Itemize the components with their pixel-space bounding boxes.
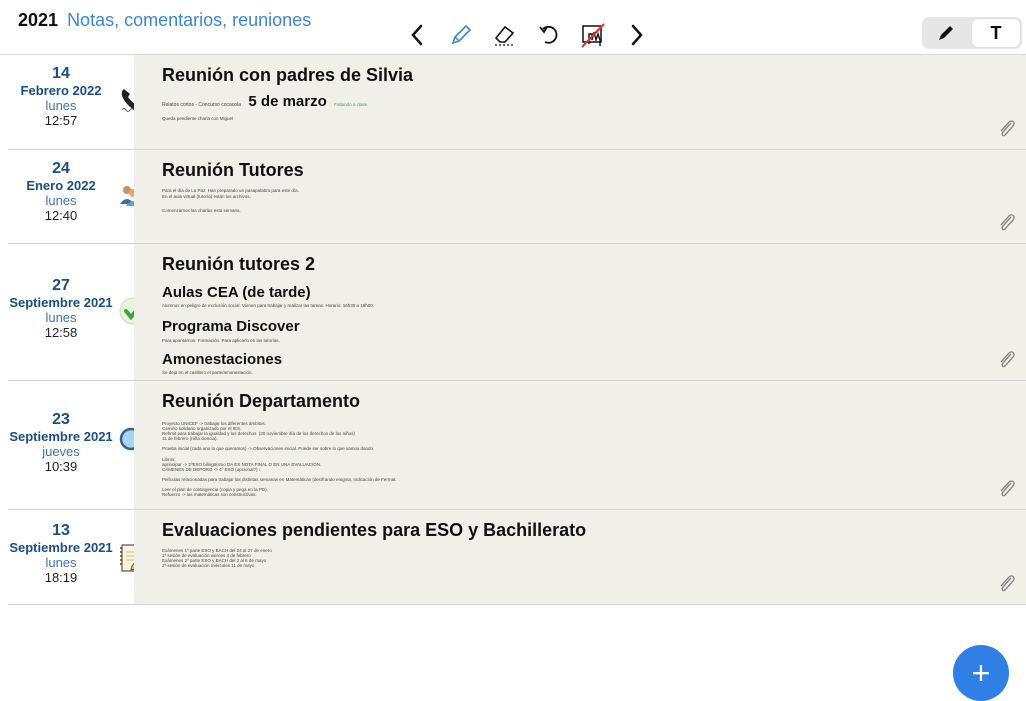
list-item[interactable]: 14 Febrero 2022 lunes 12:57 Reunión con … bbox=[8, 55, 1026, 150]
note-text: 2ª sesión de evaluación miércoles 11 de … bbox=[162, 563, 255, 568]
note-text: CÁMENES DE DEPORO -> 4º ESO (opcional?) … bbox=[162, 467, 262, 472]
section-heading: Aulas CEA (de tarde) bbox=[162, 284, 311, 301]
section-heading: Programa Discover bbox=[162, 318, 300, 335]
entry-title: Reunión con padres de Silvia bbox=[162, 65, 414, 85]
time: 12:40 bbox=[44, 208, 78, 223]
paperclip-icon[interactable] bbox=[998, 211, 1016, 233]
section-subtitle[interactable]: Notas, comentarios, reuniones bbox=[67, 10, 311, 30]
note-text: Películas relacionadas para trabajar las… bbox=[162, 477, 397, 482]
month: Enero 2022 bbox=[26, 178, 96, 193]
plus-icon: + bbox=[971, 655, 991, 691]
date-column: 23 Septiembre 2021 jueves 10:39 bbox=[8, 381, 148, 509]
day: 13 bbox=[52, 522, 70, 539]
section-text: Se deja en el casillero el parte/amonest… bbox=[162, 370, 253, 375]
section-text: Para apuntarnos. Formación. Para aplicar… bbox=[162, 338, 280, 343]
paperclip-icon[interactable] bbox=[998, 348, 1016, 370]
date-column: 14 Febrero 2022 lunes 12:57 bbox=[8, 55, 145, 149]
note-line: Relatos cortos - Concurso cocacola 5 de … bbox=[162, 93, 369, 111]
section-heading: Amonestaciones bbox=[162, 351, 283, 368]
time: 18:19 bbox=[44, 570, 78, 585]
note-text: Queda pendiente charla con Miguel bbox=[162, 116, 234, 121]
list-item[interactable]: 24 Enero 2022 lunes 12:40 Reunión Tutore… bbox=[8, 150, 1026, 244]
date-column: 27 Septiembre 2021 lunes 12:58 bbox=[8, 244, 147, 380]
time: 10:39 bbox=[44, 459, 78, 474]
entry-content[interactable]: Evaluaciones pendientes para ESO y Bachi… bbox=[134, 510, 1026, 604]
note-text: 11 de febrero (niña ciencia). bbox=[162, 436, 218, 441]
drawing-tools bbox=[404, 20, 650, 50]
entry-title: Reunión tutores 2 bbox=[162, 254, 316, 274]
date-block: 23 Septiembre 2021 jueves 10:39 bbox=[8, 411, 114, 474]
day: 27 bbox=[52, 277, 70, 294]
weekday: lunes bbox=[45, 193, 77, 208]
date-block: 14 Febrero 2022 lunes 12:57 bbox=[8, 65, 114, 128]
text-mode-label: T bbox=[990, 22, 1002, 43]
add-note-button[interactable]: + bbox=[953, 645, 1009, 701]
note-text: Relatos cortos - Concurso cocacola bbox=[162, 102, 241, 108]
paperclip-icon[interactable] bbox=[998, 477, 1016, 499]
month: Septiembre 2021 bbox=[9, 540, 113, 555]
entry-content[interactable]: Reunión Tutores Para el día de La Paz. H… bbox=[134, 150, 1026, 243]
list-item[interactable]: 23 Septiembre 2021 jueves 10:39 Reunión … bbox=[8, 381, 1026, 510]
draw-mode-button[interactable] bbox=[922, 17, 970, 49]
note-text: En el aula virtual (tutoría) están los a… bbox=[162, 194, 251, 199]
note-text: Prueba inicial (cada uno la que queramos… bbox=[162, 446, 375, 451]
weekday: lunes bbox=[45, 310, 77, 325]
marker-icon bbox=[939, 26, 953, 40]
paperclip-icon[interactable] bbox=[998, 572, 1016, 594]
text-mode-button[interactable]: T bbox=[972, 19, 1020, 47]
list-item[interactable]: 13 Septiembre 2021 lunes 18:19 Evaluacio… bbox=[8, 510, 1026, 605]
entry-title: Evaluaciones pendientes para ESO y Bachi… bbox=[162, 520, 587, 540]
top-toolbar: 2021 Notas, comentarios, reuniones T bbox=[0, 0, 1026, 55]
weekday: lunes bbox=[45, 98, 77, 113]
entry-content[interactable]: Reunión con padres de Silvia Relatos cor… bbox=[134, 55, 1026, 149]
day: 23 bbox=[52, 411, 70, 428]
entry-title: Reunión Tutores bbox=[162, 160, 304, 180]
note-text: Comenzamos las charlas esta semana. bbox=[162, 208, 241, 213]
entry-content[interactable]: Reunión tutores 2 Aulas CEA (de tarde) A… bbox=[134, 244, 1026, 380]
day: 24 bbox=[52, 160, 70, 177]
chevron-left-icon[interactable] bbox=[404, 22, 430, 48]
date-column: 24 Enero 2022 lunes 12:40 bbox=[8, 150, 146, 243]
year-label: 2021 bbox=[18, 10, 59, 30]
pencil-icon[interactable] bbox=[448, 22, 474, 48]
eraser-icon[interactable] bbox=[492, 22, 518, 48]
weekday: jueves bbox=[42, 444, 80, 459]
month: Febrero 2022 bbox=[20, 83, 102, 98]
paperclip-icon[interactable] bbox=[998, 117, 1016, 139]
entry-content[interactable]: Reunión Departamento Proyecto UNICEF -> … bbox=[134, 381, 1026, 509]
month: Septiembre 2021 bbox=[9, 295, 113, 310]
date-column: 13 Septiembre 2021 lunes 18:19 bbox=[8, 510, 148, 604]
weekday: lunes bbox=[45, 555, 77, 570]
day: 14 bbox=[52, 65, 70, 82]
note-green: Faltando a clase. bbox=[334, 102, 369, 107]
month: Septiembre 2021 bbox=[9, 429, 113, 444]
time: 12:58 bbox=[44, 325, 78, 340]
date-block: 13 Septiembre 2021 lunes 18:19 bbox=[8, 522, 114, 585]
page-title: 2021 Notas, comentarios, reuniones bbox=[18, 10, 311, 31]
date-block: 24 Enero 2022 lunes 12:40 bbox=[8, 160, 114, 223]
chevron-right-icon[interactable] bbox=[624, 22, 650, 48]
entry-title: Reunión Departamento bbox=[162, 391, 361, 411]
list-item[interactable]: 27 Septiembre 2021 lunes 12:58 Reunión t… bbox=[8, 244, 1026, 381]
note-text: Refuerzo -> las matemáticas son construc… bbox=[162, 492, 257, 497]
note-highlight: 5 de marzo bbox=[248, 93, 327, 110]
mode-segmented-control: T bbox=[922, 17, 1022, 49]
time: 12:57 bbox=[44, 113, 78, 128]
section-text: Alumnos en peligro de exclusión social. … bbox=[162, 303, 375, 308]
undo-icon[interactable] bbox=[536, 22, 562, 48]
hand-crossed-icon[interactable] bbox=[580, 22, 606, 48]
date-block: 27 Septiembre 2021 lunes 12:58 bbox=[8, 277, 114, 340]
